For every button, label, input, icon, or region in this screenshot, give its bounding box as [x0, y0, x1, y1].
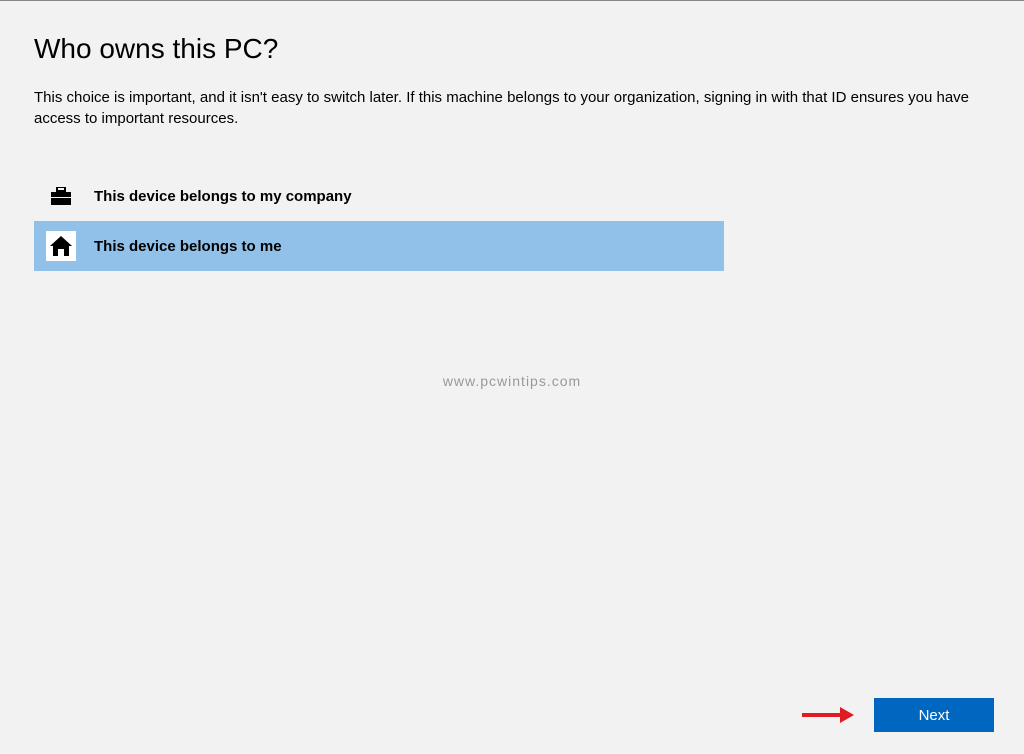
page-title: Who owns this PC?	[34, 33, 990, 65]
next-button[interactable]: Next	[874, 698, 994, 732]
home-icon	[46, 231, 76, 261]
arrow-annotation	[802, 707, 856, 723]
option-company-label: This device belongs to my company	[94, 188, 352, 205]
briefcase-icon	[46, 181, 76, 211]
main-content: Who owns this PC? This choice is importa…	[0, 1, 1024, 271]
footer-controls: Next	[802, 698, 994, 732]
ownership-options: This device belongs to my company This d…	[34, 171, 724, 271]
page-description: This choice is important, and it isn't e…	[34, 87, 990, 129]
option-company[interactable]: This device belongs to my company	[34, 171, 724, 221]
option-personal-label: This device belongs to me	[94, 238, 282, 255]
option-personal[interactable]: This device belongs to me	[34, 221, 724, 271]
watermark-text: www.pcwintips.com	[443, 373, 581, 389]
